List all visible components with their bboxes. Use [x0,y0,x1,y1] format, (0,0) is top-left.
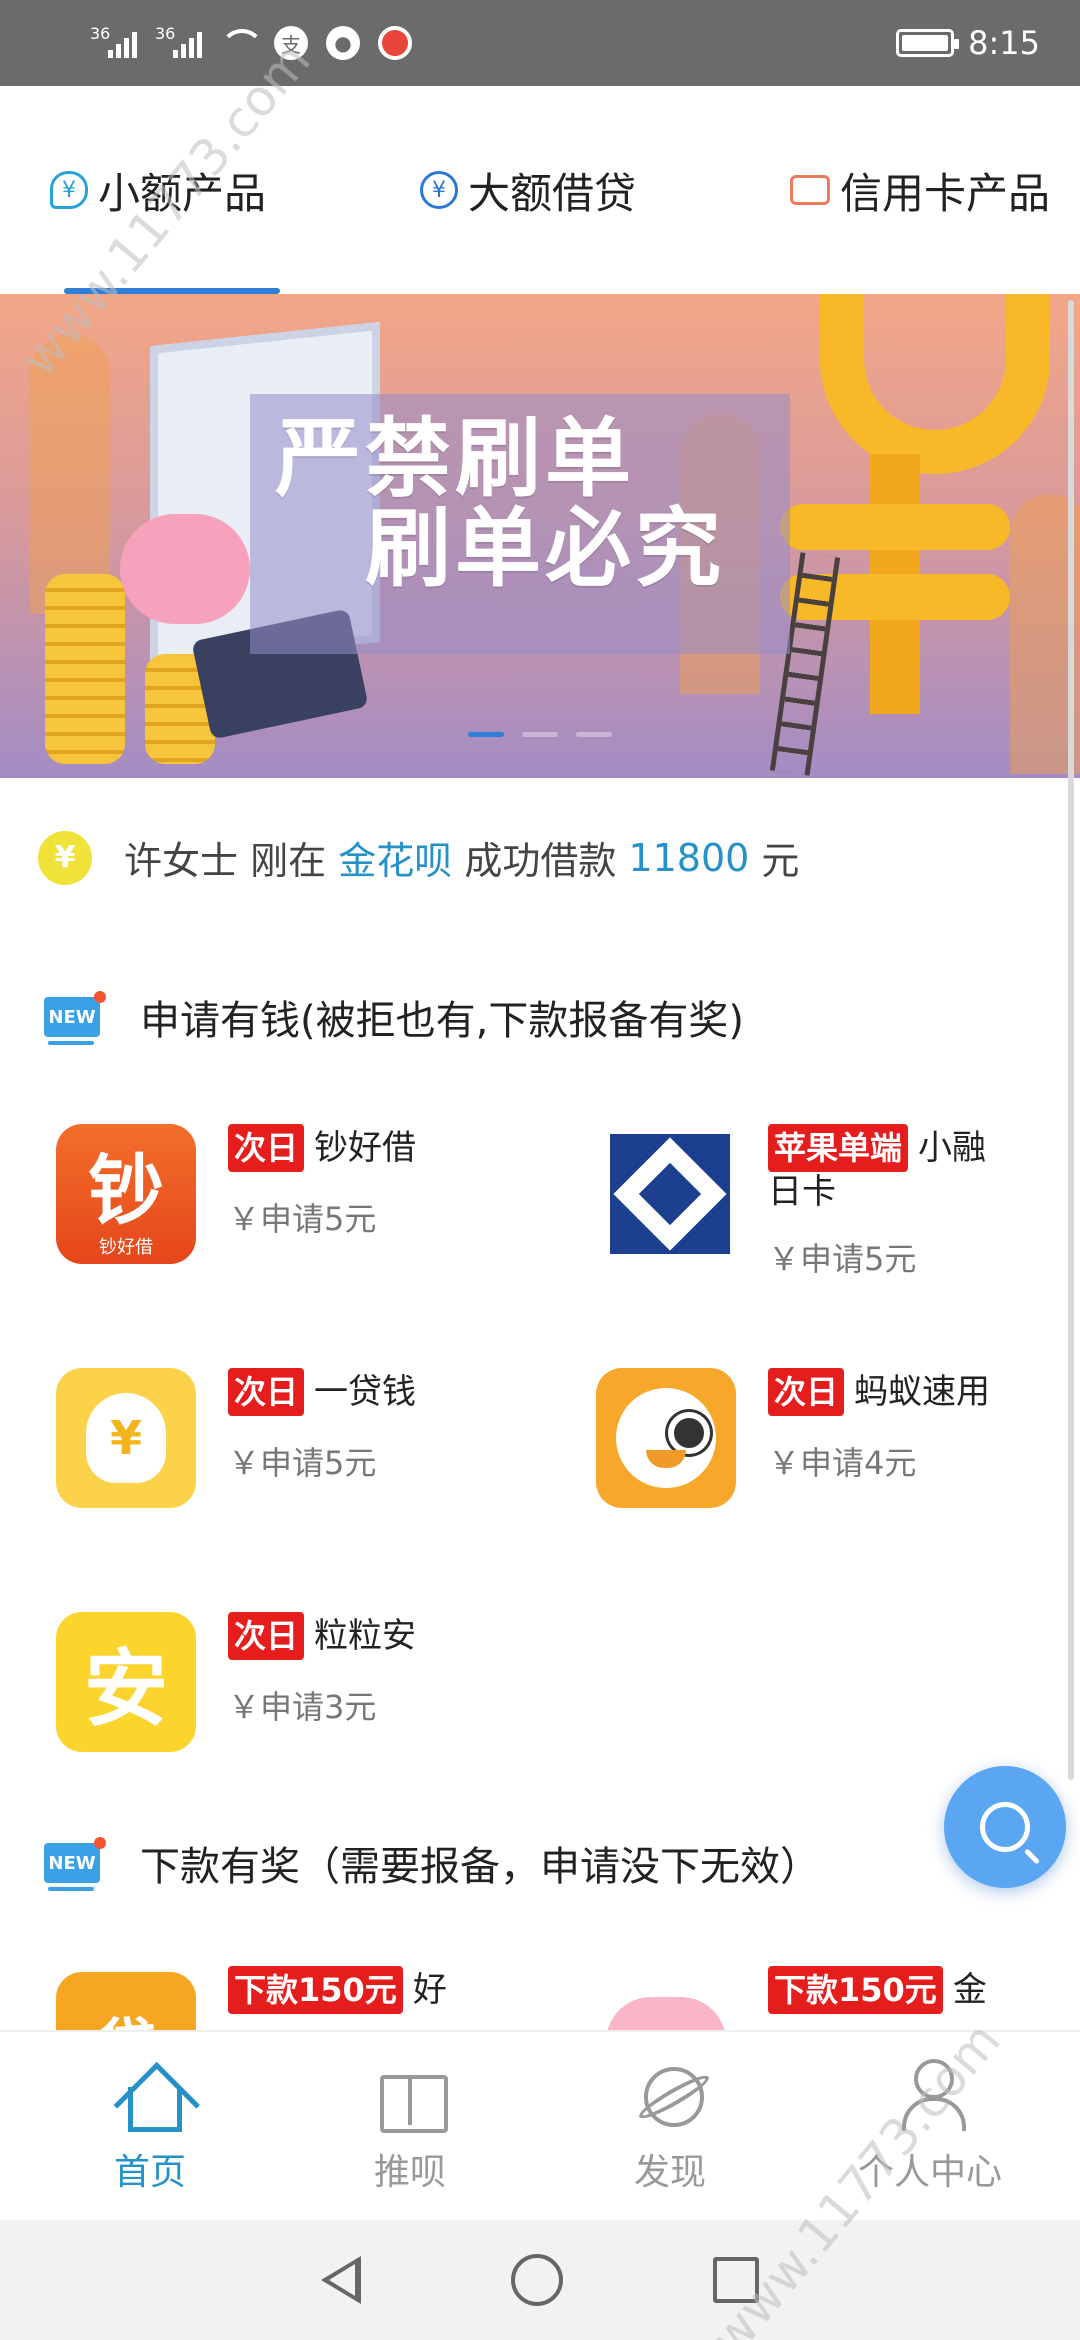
notice-product: 金花呗 [338,839,453,883]
ant-mascot-logo-icon [596,1368,736,1508]
money-bag-logo-icon: ¥ [56,1368,196,1508]
logo-subtext: 钞好借 [99,1237,153,1258]
product-price: ￥申请5元 [228,1444,377,1482]
nav-label: 推呗 [373,2152,446,2193]
product-name: 粒粒安 [314,1616,417,1656]
yen-coin-icon: ¥ [38,830,92,885]
dai-logo-icon: 贷 [56,1972,196,2030]
new-badge-icon: NEW [44,991,106,1045]
product-tag: 下款150元 [228,1966,403,2014]
home-circle-icon[interactable] [511,2254,563,2306]
nav-discover[interactable]: 发现 [570,2057,770,2195]
logo-glyph: ¥ [86,1393,166,1483]
notice-name: 许女士 [124,839,239,883]
product-tag: 下款150元 [768,1966,943,2014]
tab-credit-cards[interactable]: 信用卡产品 [789,86,1050,294]
chaohaojie-logo-icon: 钞 钞好借 [56,1124,196,1264]
yen-circle-icon: ¥ [419,171,458,209]
wifi-icon [220,29,264,57]
signal-icon-2: 36 [155,24,202,58]
section-title: 下款有奖（需要报备，申请没下无效） [140,1844,820,1890]
an-logo-icon: 安 [56,1612,196,1752]
nav-tuibei[interactable]: 推呗 [310,2057,510,2195]
product-tag: 苹果单端 [768,1124,909,1172]
signal-label: 36 [155,24,176,43]
status-icons: 36 36 支 ● [90,24,412,60]
back-icon[interactable] [321,2256,361,2304]
gift-icon [374,2057,448,2133]
status-bar: 36 36 支 ● 8:15 [0,0,1080,86]
tab-label: 信用卡产品 [839,168,1050,218]
product-card-xiaorongrika[interactable]: 苹果单端 小融日卡 ￥申请5元 [600,1124,1080,1294]
notification-app-icon [378,26,412,60]
nav-home[interactable]: 首页 [50,2057,250,2195]
home-icon [114,2057,186,2132]
piggy-bank-illustration [120,514,250,624]
pig-logo-icon [596,1972,736,2030]
product-name: 蚂蚁速用 [854,1372,991,1412]
section-header-apply: NEW 申请有钱(被拒也有,下款报备有奖) [44,988,744,1046]
product-price: ￥申请4元 [768,1444,917,1482]
new-badge-icon: NEW [44,1837,106,1891]
carousel-dot[interactable] [468,732,504,737]
system-nav-bar [0,2220,1080,2340]
product-tag: 次日 [228,1612,305,1660]
cloud-yen-icon: ¥ [50,171,88,209]
product-card-reward-1[interactable]: 贷 下款150元好 [56,1966,556,2030]
tab-label: 大额借贷 [467,168,636,218]
notice-action: 刚在 [250,839,327,883]
banner-headline: 严禁刷单 刷单必究 [275,413,725,600]
carousel-dot[interactable] [522,732,558,737]
status-right: 8:15 [896,24,1040,62]
product-card-chaohaojie[interactable]: 钞 钞好借 次日 钞好借 ￥申请5元 [56,1124,556,1294]
carousel-dots [0,732,1080,737]
signal-label: 36 [90,24,111,43]
product-card-mayisuyong[interactable]: 次日 蚂蚁速用 ￥申请4元 [596,1368,1080,1538]
search-button[interactable] [944,1766,1066,1888]
xiaorong-logo-icon [600,1124,740,1264]
product-tag: 次日 [768,1368,845,1416]
nav-label: 首页 [113,2152,186,2193]
product-tag: 次日 [228,1368,305,1416]
product-name: 钞好借 [314,1128,417,1168]
logo-glyph: 钞 [88,1146,164,1235]
promo-banner[interactable]: 严禁刷单 刷单必究 [0,294,1080,778]
product-card-reward-2[interactable]: 下款150元金 [596,1966,1080,2030]
battery-icon [896,29,960,57]
wechat-icon: ● [326,26,360,60]
signal-icon: 36 [90,24,137,58]
product-price: ￥申请5元 [768,1240,917,1278]
loan-notice: ¥ 许女士 刚在 金花呗 成功借款 11800 元 [38,830,799,885]
nav-label: 发现 [633,2152,706,2193]
product-card-lilian[interactable]: 安 次日 粒粒安 ￥申请3元 [56,1612,556,1782]
product-tag: 次日 [228,1124,305,1172]
product-name: 好 [412,1970,447,2010]
section-header-reward: NEW 下款有奖（需要报备，申请没下无效） [44,1834,820,1892]
banner-line-1: 严禁刷单 [275,408,635,509]
banner-line-2: 刷单必究 [365,498,725,600]
product-price: ￥申请5元 [228,1200,377,1238]
notice-result: 成功借款 [464,839,617,883]
product-price: ￥申请3元 [228,1688,377,1726]
section-title: 申请有钱(被拒也有,下款报备有奖) [140,998,744,1044]
tab-large-loans[interactable]: ¥ 大额借贷 [419,86,636,294]
planet-icon [634,2057,706,2129]
search-icon [980,1802,1030,1852]
scrollbar[interactable] [1068,300,1074,1780]
credit-card-icon [789,175,830,205]
product-name: 金 [952,1970,987,2010]
clock: 8:15 [968,24,1040,62]
carousel-dot[interactable] [576,732,612,737]
product-name: 一贷钱 [314,1372,417,1412]
product-card-yidaiqian[interactable]: ¥ 次日 一贷钱 ￥申请5元 [56,1368,556,1538]
notice-amount: 11800 [628,835,750,880]
notice-unit: 元 [761,839,800,883]
